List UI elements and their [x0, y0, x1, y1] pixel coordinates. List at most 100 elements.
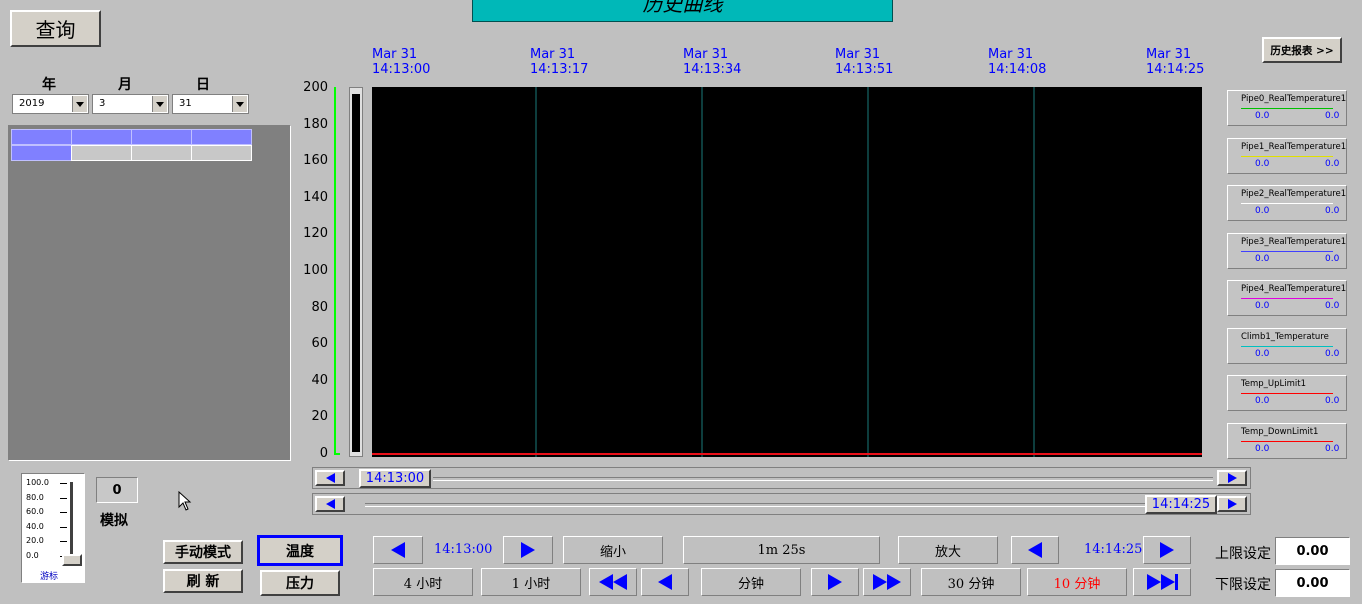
x-tick-date: Mar 31	[1146, 47, 1192, 62]
grid-cell[interactable]	[191, 145, 252, 161]
query-button[interactable]: 查询	[10, 10, 101, 47]
manual-mode-button[interactable]: 手动模式	[163, 540, 243, 564]
mouse-pointer-icon	[178, 491, 192, 511]
end-bar-icon	[1174, 574, 1178, 590]
double-arrow-left-icon	[599, 574, 613, 590]
legend-item[interactable]: Temp_DownLimit1 0.0 0.0	[1227, 422, 1347, 459]
grid-cell[interactable]	[71, 129, 132, 145]
legend-value-end: 0.0	[1325, 158, 1340, 169]
chevron-down-icon[interactable]	[152, 96, 167, 112]
pressure-button[interactable]: 压力	[260, 570, 340, 596]
arrow-left-icon	[325, 499, 335, 509]
start-time-thumb[interactable]: 14:13:00	[359, 469, 431, 488]
end-time-display: 14:14:25	[1084, 542, 1143, 557]
x-tick-time: 14:13:51	[835, 62, 894, 77]
scroll-left-button[interactable]	[315, 496, 345, 512]
chevron-down-icon[interactable]	[232, 96, 247, 112]
cursor-slider-panel[interactable]: 100.0 80.0 60.0 40.0 20.0 0.0 游标	[21, 473, 85, 583]
grid-cell[interactable]	[11, 145, 72, 161]
legend-color-swatch	[1241, 108, 1333, 109]
y-tick-label: 40	[311, 372, 328, 388]
results-grid[interactable]	[8, 125, 291, 461]
grid-cell[interactable]	[11, 129, 72, 145]
legend-series-name: Pipe3_RealTemperature1	[1241, 236, 1347, 247]
thirty-minutes-button[interactable]: 30 分钟	[921, 568, 1021, 596]
scroll-left-button[interactable]	[315, 470, 345, 486]
legend-value-end: 0.0	[1325, 396, 1340, 406]
year-label: 年	[42, 77, 56, 93]
slider-tick-mark	[60, 483, 67, 484]
year-select[interactable]: 2019	[12, 94, 89, 114]
legend-item[interactable]: Pipe4_RealTemperature1 0.0 0.0	[1227, 280, 1347, 316]
upper-limit-input[interactable]: 0.00	[1275, 537, 1350, 565]
value-scroll-thumb[interactable]	[352, 94, 360, 452]
legend-item[interactable]: Climb1_Temperature 0.0 0.0	[1227, 327, 1347, 364]
y-tick-label: 20	[311, 409, 328, 425]
legend-item[interactable]: Pipe3_RealTemperature1 0.0 0.0	[1227, 232, 1347, 269]
fast-forward-button[interactable]	[863, 568, 911, 596]
legend-color-swatch	[1241, 250, 1333, 252]
history-report-button[interactable]: 历史报表 >>	[1262, 37, 1342, 63]
legend-value-start: 0.0	[1255, 158, 1270, 169]
legend-item[interactable]: Pipe2_RealTemperature1 0.0 0.0	[1227, 185, 1347, 221]
grid-cell[interactable]	[71, 145, 132, 161]
double-arrow-left-icon	[613, 574, 627, 590]
step-forward-button[interactable]	[811, 568, 859, 596]
start-time-scrollbar[interactable]: 14:13:00	[312, 467, 1251, 489]
end-time-scrollbar[interactable]: 14:14:25	[312, 493, 1251, 515]
temperature-button[interactable]: 温度	[257, 535, 343, 566]
start-next-button[interactable]	[503, 536, 553, 564]
legend-value-end: 0.0	[1325, 253, 1340, 264]
slider-tick-label: 100.0	[26, 478, 49, 487]
fast-back-button[interactable]	[589, 568, 637, 596]
refresh-button[interactable]: 刷 新	[163, 569, 243, 593]
month-select[interactable]: 3	[92, 94, 169, 114]
four-hours-button[interactable]: 4 小时	[373, 568, 473, 596]
legend-color-swatch	[1241, 298, 1333, 299]
end-time-thumb[interactable]: 14:14:25	[1145, 495, 1217, 514]
plot-background	[372, 87, 1202, 457]
end-next-button[interactable]	[1143, 536, 1191, 564]
x-tick-date: Mar 31	[988, 47, 1034, 62]
arrow-left-icon	[658, 574, 672, 590]
minute-button[interactable]: 分钟	[701, 568, 801, 596]
slider-tick-mark	[60, 526, 67, 528]
legend-series-name: Pipe4_RealTemperature1	[1241, 284, 1347, 294]
ten-minutes-button[interactable]: 10 分钟	[1027, 568, 1127, 596]
grid-cell[interactable]	[131, 129, 192, 145]
jump-to-end-button[interactable]	[1133, 568, 1191, 596]
step-back-button[interactable]	[641, 568, 689, 596]
legend-item[interactable]: Temp_UpLimit1 0.0 0.0	[1227, 375, 1347, 411]
y-tick-label: 160	[303, 153, 328, 169]
lower-limit-input[interactable]: 0.00	[1275, 569, 1350, 597]
scroll-right-button[interactable]	[1217, 470, 1247, 486]
zoom-in-button[interactable]: 放大	[898, 536, 998, 564]
day-select[interactable]: 31	[172, 94, 249, 114]
legend-series-name: Pipe1_RealTemperature1	[1241, 141, 1347, 152]
legend-item[interactable]: Pipe0_RealTemperature1 0.0 0.0	[1227, 90, 1347, 126]
value-scroll-track[interactable]	[349, 87, 363, 457]
grid-header	[11, 129, 252, 161]
chevron-down-icon[interactable]	[72, 96, 87, 112]
x-tick-label: Mar 31 14:13:17	[530, 47, 588, 77]
slider-thumb[interactable]	[62, 554, 82, 566]
grid-cell[interactable]	[191, 129, 252, 145]
x-tick-time: 14:13:00	[372, 62, 431, 77]
legend-value-start: 0.0	[1255, 301, 1270, 311]
month-select-value: 3	[99, 98, 106, 109]
one-hour-button[interactable]: 1 小时	[481, 568, 581, 596]
grid-cell[interactable]	[131, 145, 192, 161]
zoom-out-button[interactable]: 缩小	[563, 536, 663, 564]
y-tick-label: 120	[303, 226, 328, 242]
legend-item[interactable]: Pipe1_RealTemperature1 0.0 0.0	[1227, 137, 1347, 174]
double-arrow-right-icon	[873, 574, 887, 590]
legend-value-end: 0.0	[1325, 111, 1340, 121]
start-prev-button[interactable]	[373, 536, 423, 564]
slider-tick-label: 40.0	[26, 521, 44, 531]
legend-color-swatch	[1241, 203, 1333, 204]
end-prev-button[interactable]	[1011, 536, 1059, 564]
scroll-right-button[interactable]	[1217, 496, 1247, 512]
y-axis-foot	[334, 453, 340, 455]
plot-area[interactable]	[372, 87, 1202, 457]
x-tick-date: Mar 31	[372, 47, 418, 62]
